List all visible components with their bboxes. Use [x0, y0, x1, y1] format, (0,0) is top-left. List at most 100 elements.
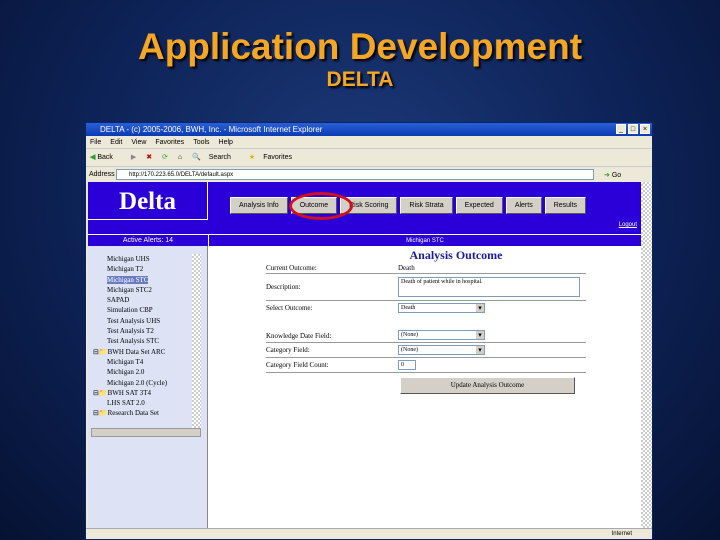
description-label: Description:: [266, 283, 301, 291]
current-outcome-value: Death: [398, 264, 415, 272]
select-outcome-label: Select Outcome:: [266, 304, 313, 312]
slide-subtitle: DELTA: [326, 68, 394, 91]
tree-item-label: Research Data Set: [107, 409, 159, 418]
tab-results[interactable]: Results: [544, 197, 587, 214]
select-outcome-dropdown[interactable]: Death: [398, 303, 485, 313]
outcome-form: Analysis Outcome Current Outcome: Death D…: [266, 248, 586, 394]
knowledge-date-label: Knowledge Date Field:: [266, 332, 332, 340]
home-icon[interactable]: ⌂: [178, 154, 182, 161]
browser-title-bar: DELTA - (c) 2005-2006, BWH, Inc. - Micro…: [86, 123, 652, 136]
tab-alerts[interactable]: Alerts: [505, 197, 542, 214]
slide-title: Application Development: [137, 26, 583, 67]
tab-risk-strata[interactable]: Risk Strata: [400, 197, 453, 214]
tree-horizontal-scrollbar[interactable]: [91, 428, 201, 437]
tree-item-label: Michigan 2.0: [107, 368, 145, 377]
maximize-button[interactable]: □: [628, 124, 638, 134]
tree-item-label: Michigan T4: [107, 357, 144, 366]
category-field-dropdown[interactable]: (None): [398, 345, 485, 355]
menu-help[interactable]: Help: [219, 139, 233, 146]
back-label: Back: [97, 154, 113, 161]
analysis-tree-panel: Michigan UHS Michigan T2 Michigan STC Michi…: [88, 246, 208, 529]
tree-item[interactable]: Michigan 2.0 (Cycle): [91, 378, 201, 388]
tree-item[interactable]: Michigan 2.0: [91, 367, 201, 377]
folder-icon: ⊟📁: [93, 347, 108, 356]
favorites-button[interactable]: ★ Favorites: [249, 154, 300, 161]
refresh-icon[interactable]: ⟳: [162, 154, 168, 161]
zone-status: Internet: [611, 531, 632, 537]
menu-favorites[interactable]: Favorites: [155, 139, 184, 146]
minimize-button[interactable]: _: [616, 124, 626, 134]
tree-item[interactable]: Test Analysis T2: [91, 326, 201, 336]
go-label: Go: [611, 172, 622, 179]
window-title: DELTA - (c) 2005-2006, BWH, Inc. - Micro…: [100, 125, 323, 134]
tab-analysis-info[interactable]: Analysis Info: [230, 197, 288, 214]
tree-item-label: Michigan UHS: [107, 255, 150, 263]
menu-view[interactable]: View: [131, 139, 146, 146]
close-button[interactable]: ×: [640, 124, 650, 134]
tree-item-label: BWH SAT 3T4: [107, 388, 152, 397]
stop-icon[interactable]: ✖: [146, 154, 152, 161]
address-bar: Address http://170.223.65.0/DELTA/defaul…: [86, 167, 652, 182]
go-arrow-icon: ➜: [604, 172, 610, 179]
tree-item-label: Simulation CBP: [107, 306, 153, 315]
knowledge-date-dropdown[interactable]: (None): [398, 330, 485, 340]
analysis-tree: Michigan UHS Michigan T2 Michigan STC Michi…: [91, 254, 201, 434]
tree-item-label: Michigan 2.0 (Cycle): [107, 378, 168, 387]
tree-item[interactable]: ⊟📁BWH SAT 3T4: [91, 388, 201, 398]
tree-item[interactable]: Michigan T4: [91, 357, 201, 367]
menu-tools[interactable]: Tools: [193, 139, 209, 146]
go-button[interactable]: ➜ Go: [604, 168, 621, 183]
category-count-input[interactable]: 0: [398, 360, 416, 370]
tree-item[interactable]: Michigan UHS: [91, 254, 201, 264]
browser-window: DELTA - (c) 2005-2006, BWH, Inc. - Micro…: [85, 122, 653, 540]
delta-logo: Delta: [88, 182, 208, 220]
menu-bar: File Edit View Favorites Tools Help: [86, 136, 652, 149]
tree-item-label: Test Analysis UHS: [107, 316, 161, 325]
favorites-label: Favorites: [263, 154, 292, 161]
tree-item-label: Test Analysis STC: [107, 337, 160, 346]
tree-item[interactable]: Michigan STC2: [91, 285, 201, 295]
tree-item[interactable]: Michigan T2: [91, 264, 201, 274]
page-scrollbar[interactable]: [641, 182, 652, 529]
tree-item[interactable]: SAPAD: [91, 295, 201, 305]
tree-item-label: Michigan STC2: [107, 285, 152, 294]
tab-expected[interactable]: Expected: [455, 197, 503, 214]
logout-link[interactable]: Logout: [619, 222, 637, 228]
tree-item[interactable]: Michigan STC: [91, 275, 201, 285]
category-field-label: Category Field:: [266, 346, 310, 354]
forward-icon[interactable]: ▶: [131, 154, 136, 161]
menu-edit[interactable]: Edit: [110, 139, 122, 146]
tree-item[interactable]: Test Analysis UHS: [91, 316, 201, 326]
tree-item[interactable]: ⊟📁Research Data Set: [91, 408, 201, 418]
address-label: Address: [89, 171, 115, 178]
toolbar: ◀ Back ▶ ✖ ⟳ ⌂ 🔍 Search ★ Favorites: [86, 149, 652, 167]
back-button[interactable]: ◀ Back: [90, 154, 121, 161]
active-alerts[interactable]: Active Alerts: 14: [88, 234, 208, 246]
tree-item-label: BWH Data Set ARC: [107, 347, 166, 356]
menu-file[interactable]: File: [90, 139, 101, 146]
highlight-circle: [289, 192, 353, 220]
search-icon: 🔍: [192, 154, 201, 161]
status-bar: Internet: [86, 528, 652, 539]
tree-item[interactable]: LHS SAT 2.0: [91, 398, 201, 408]
star-icon: ★: [248, 154, 256, 161]
current-analysis: Michigan STC: [208, 234, 641, 246]
form-heading: Analysis Outcome: [409, 248, 503, 262]
tree-item[interactable]: Test Analysis STC: [91, 336, 201, 346]
tree-item-label: Michigan STC: [107, 275, 149, 284]
tree-item-label: LHS SAT 2.0: [107, 399, 145, 408]
tree-vertical-scrollbar[interactable]: [192, 254, 201, 428]
back-icon: ◀: [90, 154, 96, 161]
description-textarea[interactable]: Death of patient while in hospital.: [398, 277, 580, 297]
category-count-label: Category Field Count:: [266, 361, 329, 369]
current-outcome-label: Current Outcome:: [266, 264, 317, 272]
search-button[interactable]: 🔍 Search: [192, 154, 239, 161]
tree-item-label: Michigan T2: [107, 265, 144, 274]
web-page: Delta Analysis Info Outcome Risk Scoring…: [88, 182, 641, 529]
update-analysis-outcome-button[interactable]: Update Analysis Outcome: [400, 377, 575, 394]
tree-item[interactable]: ⊟📁BWH Data Set ARC: [91, 347, 201, 357]
address-input[interactable]: http://170.223.65.0/DELTA/default.aspx: [116, 169, 594, 180]
nav-tabs: Analysis Info Outcome Risk Scoring Risk …: [230, 197, 587, 214]
tree-item-label: Test Analysis T2: [107, 327, 154, 336]
tree-item[interactable]: Simulation CBP: [91, 305, 201, 315]
